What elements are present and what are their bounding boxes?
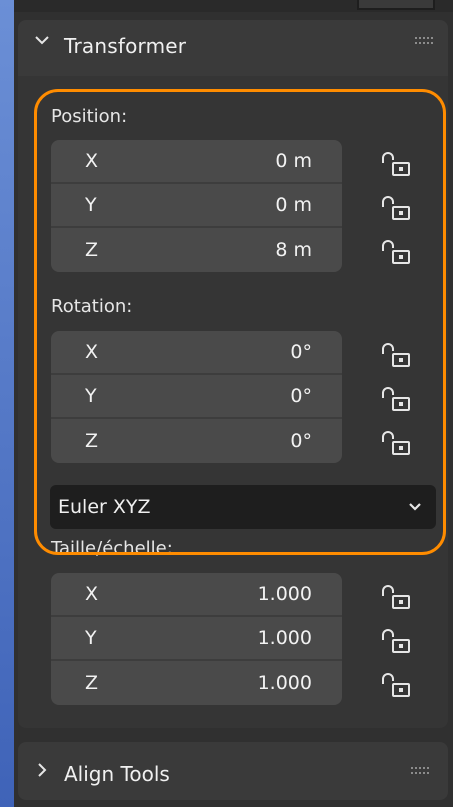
scale-y-lock-icon[interactable] (380, 628, 412, 654)
scale-z-lock-icon[interactable] (380, 672, 412, 698)
transform-panel-title: Transformer (64, 34, 187, 58)
scale-x-value: 1.000 (257, 583, 312, 605)
rotation-fields: X 0° Y 0° Z 0° (51, 331, 342, 463)
rotation-mode-select[interactable]: Euler XYZ (50, 485, 436, 529)
drag-grip-icon[interactable] (411, 766, 431, 776)
position-y-value: 0 m (275, 194, 312, 216)
scale-y-field[interactable]: Y 1.000 (51, 617, 342, 661)
position-x-lock-icon[interactable] (380, 151, 412, 177)
rotation-x-value: 0° (290, 341, 312, 363)
axis-label-z: Z (85, 430, 99, 452)
chevron-down-icon (409, 503, 421, 511)
top-edge-strip (14, 0, 453, 12)
rotation-y-field[interactable]: Y 0° (51, 375, 342, 419)
axis-label-y: Y (85, 194, 97, 216)
position-y-lock-icon[interactable] (380, 195, 412, 221)
rotation-z-lock-icon[interactable] (380, 430, 412, 456)
scale-x-field[interactable]: X 1.000 (51, 573, 342, 617)
rotation-y-lock-icon[interactable] (380, 386, 412, 412)
rotation-label: Rotation: (51, 296, 133, 317)
position-z-field[interactable]: Z 8 m (51, 228, 342, 272)
rotation-x-lock-icon[interactable] (380, 342, 412, 368)
scale-z-field[interactable]: Z 1.000 (51, 661, 342, 705)
rotation-z-value: 0° (290, 430, 312, 452)
position-label: Position: (51, 106, 128, 127)
rotation-z-field[interactable]: Z 0° (51, 419, 342, 463)
axis-label-x: X (85, 150, 99, 172)
rotation-x-field[interactable]: X 0° (51, 331, 342, 375)
axis-label-z: Z (85, 672, 99, 694)
scale-x-lock-icon[interactable] (380, 584, 412, 610)
axis-label-z: Z (85, 239, 99, 261)
properties-panel: Transformer Position: X 0 m Y 0 m Z 8 m … (14, 12, 453, 807)
position-z-value: 8 m (275, 239, 312, 261)
left-edge-strip (0, 0, 14, 807)
rotation-y-value: 0° (290, 385, 312, 407)
position-x-field[interactable]: X 0 m (51, 140, 342, 184)
position-y-field[interactable]: Y 0 m (51, 184, 342, 228)
position-z-lock-icon[interactable] (380, 239, 412, 265)
axis-label-y: Y (85, 385, 97, 407)
chevron-right-icon[interactable] (32, 760, 52, 780)
axis-label-x: X (85, 583, 99, 605)
axis-label-y: Y (85, 627, 97, 649)
scale-z-value: 1.000 (257, 672, 312, 694)
scale-fields: X 1.000 Y 1.000 Z 1.000 (51, 573, 342, 705)
align-tools-title: Align Tools (64, 762, 170, 786)
drag-grip-icon[interactable] (415, 36, 435, 46)
scale-label: Taille/échelle: (51, 538, 173, 559)
scale-y-value: 1.000 (257, 627, 312, 649)
chevron-down-icon[interactable] (32, 30, 52, 50)
position-x-value: 0 m (275, 150, 312, 172)
axis-label-x: X (85, 341, 99, 363)
top-tab (357, 0, 435, 10)
rotation-mode-value: Euler XYZ (58, 496, 151, 518)
position-fields: X 0 m Y 0 m Z 8 m (51, 140, 342, 272)
